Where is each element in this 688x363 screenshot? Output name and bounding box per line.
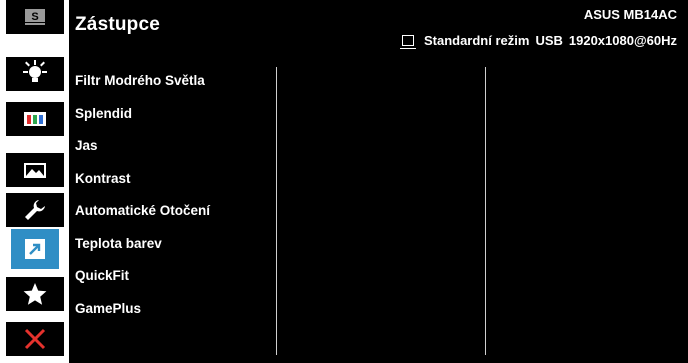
header-bar: Zástupce ASUS MB14AC Standardní režim US… bbox=[69, 0, 688, 57]
sidebar-item-blue-light[interactable] bbox=[6, 57, 64, 91]
sidebar: S bbox=[0, 0, 69, 363]
status-line: Standardní režim USB 1920x1080@60Hz bbox=[399, 33, 677, 49]
close-x-icon bbox=[24, 328, 46, 350]
menu-item-color-temperature[interactable]: Teplota barev bbox=[75, 234, 210, 267]
monitor-icon bbox=[399, 35, 416, 49]
status-resolution: 1920x1080@60Hz bbox=[568, 33, 677, 48]
status-mode: Standardní režim bbox=[423, 33, 530, 48]
page-title: Zástupce bbox=[75, 14, 161, 35]
splendid-s-icon: S bbox=[25, 9, 45, 25]
blue-light-icon bbox=[23, 60, 47, 82]
sidebar-item-system[interactable] bbox=[6, 193, 64, 227]
sidebar-item-image[interactable] bbox=[6, 153, 64, 187]
sidebar-item-favorite[interactable] bbox=[6, 277, 64, 311]
menu-item-splendid[interactable]: Splendid bbox=[75, 104, 210, 137]
svg-text:S: S bbox=[31, 11, 38, 23]
menu-item-gameplus[interactable]: GamePlus bbox=[75, 299, 210, 332]
shortcut-menu: Filtr Modrého Světla Splendid Jas Kontra… bbox=[75, 71, 210, 331]
monitor-model: ASUS MB14AC bbox=[583, 7, 677, 22]
wrench-icon bbox=[25, 200, 45, 220]
main-panel: Filtr Modrého Světla Splendid Jas Kontra… bbox=[69, 57, 688, 363]
sidebar-item-splendid[interactable]: S bbox=[6, 0, 64, 34]
menu-item-contrast[interactable]: Kontrast bbox=[75, 169, 210, 202]
menu-item-auto-rotation[interactable]: Automatické Otočení bbox=[75, 201, 210, 234]
column-divider-2 bbox=[485, 67, 486, 355]
shortcut-arrow-icon bbox=[25, 239, 45, 259]
menu-item-brightness[interactable]: Jas bbox=[75, 136, 210, 169]
status-input: USB bbox=[535, 33, 563, 48]
image-icon bbox=[24, 163, 46, 178]
osd-window: S Zástupce ASUS MB14AC Standardní režim … bbox=[0, 0, 688, 363]
sidebar-item-color[interactable] bbox=[6, 102, 64, 136]
sidebar-item-shortcut[interactable] bbox=[11, 229, 59, 269]
sidebar-item-exit[interactable] bbox=[6, 322, 64, 356]
star-icon bbox=[23, 283, 47, 305]
menu-item-quickfit[interactable]: QuickFit bbox=[75, 266, 210, 299]
menu-item-blue-light-filter[interactable]: Filtr Modrého Světla bbox=[75, 71, 210, 104]
color-bars-icon bbox=[24, 112, 46, 126]
column-divider-1 bbox=[276, 67, 277, 355]
